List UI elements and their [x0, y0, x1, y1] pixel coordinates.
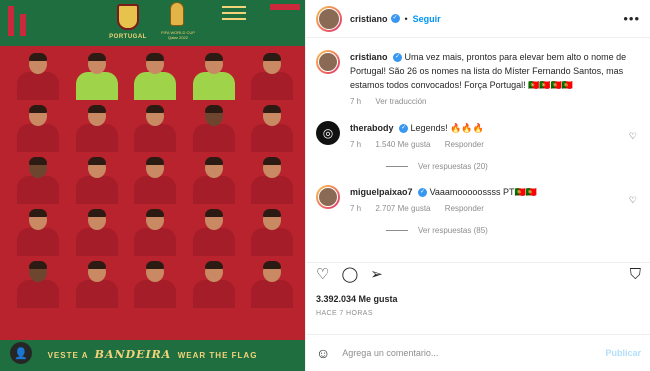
player [190, 260, 238, 308]
view-replies[interactable]: Ver respuestas (20) [386, 162, 641, 171]
comment-time[interactable]: 7 h [350, 140, 361, 149]
author-username[interactable]: cristiano [350, 14, 388, 24]
follow-button[interactable]: Seguir [413, 14, 441, 24]
replies-line [386, 166, 408, 167]
decorative-lines-icon [222, 6, 246, 20]
reply-button[interactable]: Responder [445, 140, 484, 149]
like-heart-icon[interactable]: ♡ [316, 267, 329, 282]
verified-badge-icon: ✓ [399, 124, 409, 134]
player-row [14, 104, 296, 152]
player [73, 104, 121, 152]
comment-item: ◎ therabody ✓ Legends! 🔥🔥🔥 7 h 1.540 Me … [316, 121, 641, 152]
player [190, 208, 238, 256]
footer-right: WEAR THE FLAG [177, 351, 258, 360]
player-row [14, 260, 296, 308]
emoji-icon[interactable]: ☺ [316, 345, 330, 361]
like-comment-heart-icon[interactable]: ♡ [629, 195, 637, 206]
more-options-icon[interactable]: ••• [623, 11, 640, 26]
crest-label: PORTUGAL [109, 34, 147, 40]
caption-time[interactable]: 7 h [350, 97, 361, 106]
team-photo [14, 52, 296, 312]
likes-count[interactable]: 3.392.034 Me gusta [316, 294, 398, 304]
post-actions: ♡ ◯ ➢ ⛉ [306, 262, 650, 286]
player [14, 260, 62, 308]
player-row [14, 156, 296, 204]
player [248, 260, 296, 308]
player [248, 104, 296, 152]
comment-item: miguelpaixao7 ✓ Vaaamooooossss PT🇵🇹🇵🇹 7 … [316, 185, 641, 216]
comment-bubble-icon[interactable]: ◯ [341, 267, 358, 282]
comments-list: cristiano ✓ Uma vez mais, prontos para e… [306, 42, 650, 235]
save-bookmark-icon[interactable]: ⛉ [630, 267, 641, 282]
comment-text: Vaaamooooossss PT🇵🇹🇵🇹 [429, 187, 537, 197]
view-replies-label[interactable]: Ver respuestas (20) [418, 162, 488, 171]
verified-badge-icon: ✓ [393, 53, 403, 63]
player-row [14, 52, 296, 100]
player [14, 104, 62, 152]
portugal-crest-icon [117, 4, 139, 30]
see-translation-link[interactable]: Ver traducción [375, 97, 426, 106]
reply-button[interactable]: Responder [445, 204, 484, 213]
image-stripe [270, 4, 300, 10]
player [248, 52, 296, 100]
player [190, 52, 238, 100]
post-header: cristiano ✓ • Seguir ••• [306, 0, 650, 38]
separator: • [404, 13, 408, 24]
comment-username[interactable]: therabody [350, 123, 394, 133]
comment-input[interactable] [342, 348, 606, 358]
player [73, 260, 121, 308]
player [73, 156, 121, 204]
world-cup-label: FIFA WORLD CUP Qatar 2022 [161, 30, 195, 40]
view-replies-label[interactable]: Ver respuestas (85) [418, 226, 488, 235]
image-stripe [8, 6, 14, 36]
player [131, 208, 179, 256]
view-replies[interactable]: Ver respuestas (85) [386, 226, 641, 235]
player [190, 104, 238, 152]
share-send-icon[interactable]: ➢ [370, 267, 383, 282]
commenter-avatar[interactable]: ◎ [316, 121, 340, 145]
player [248, 156, 296, 204]
verified-badge-icon: ✓ [418, 188, 428, 198]
player [131, 156, 179, 204]
caption: cristiano ✓ Uma vez mais, prontos para e… [316, 50, 641, 109]
player [131, 104, 179, 152]
add-comment-bar: ☺ Publicar [306, 334, 650, 371]
replies-line [386, 230, 408, 231]
player [14, 208, 62, 256]
like-comment-heart-icon[interactable]: ♡ [629, 131, 637, 142]
commenter-avatar[interactable] [316, 185, 340, 209]
player-row [14, 208, 296, 256]
player [131, 52, 179, 100]
post-image[interactable]: PORTUGAL FIFA WORLD CUP Qatar 2022 VESTE… [0, 0, 305, 371]
post-side-panel: cristiano ✓ • Seguir ••• cristiano ✓ Uma… [305, 0, 650, 371]
player [131, 260, 179, 308]
comment-text: Legends! 🔥🔥🔥 [410, 123, 484, 133]
comment-likes[interactable]: 1.540 Me gusta [375, 140, 430, 149]
footer-middle: BANDEIRA [94, 348, 172, 361]
post-time[interactable]: HACE 7 HORAS [316, 310, 373, 317]
footer-left: VESTE A [47, 351, 89, 360]
comment-username[interactable]: miguelpaixao7 [350, 187, 413, 197]
player [14, 156, 62, 204]
image-footer: VESTE A BANDEIRA WEAR THE FLAG [0, 348, 305, 361]
player [14, 52, 62, 100]
player [73, 208, 121, 256]
caption-avatar[interactable] [316, 50, 340, 74]
comment-time[interactable]: 7 h [350, 204, 361, 213]
player [190, 156, 238, 204]
user-tag-icon[interactable]: 👤 [10, 342, 32, 364]
player [248, 208, 296, 256]
player [73, 52, 121, 100]
author-avatar[interactable] [316, 5, 342, 32]
image-stripe [20, 14, 26, 36]
caption-text: Uma vez mais, prontos para elevar bem al… [350, 52, 627, 90]
world-cup-trophy-icon [170, 2, 184, 26]
caption-username[interactable]: cristiano [350, 52, 388, 62]
publish-button[interactable]: Publicar [605, 348, 641, 358]
comment-likes[interactable]: 2.707 Me gusta [375, 204, 430, 213]
verified-badge-icon: ✓ [390, 14, 400, 23]
